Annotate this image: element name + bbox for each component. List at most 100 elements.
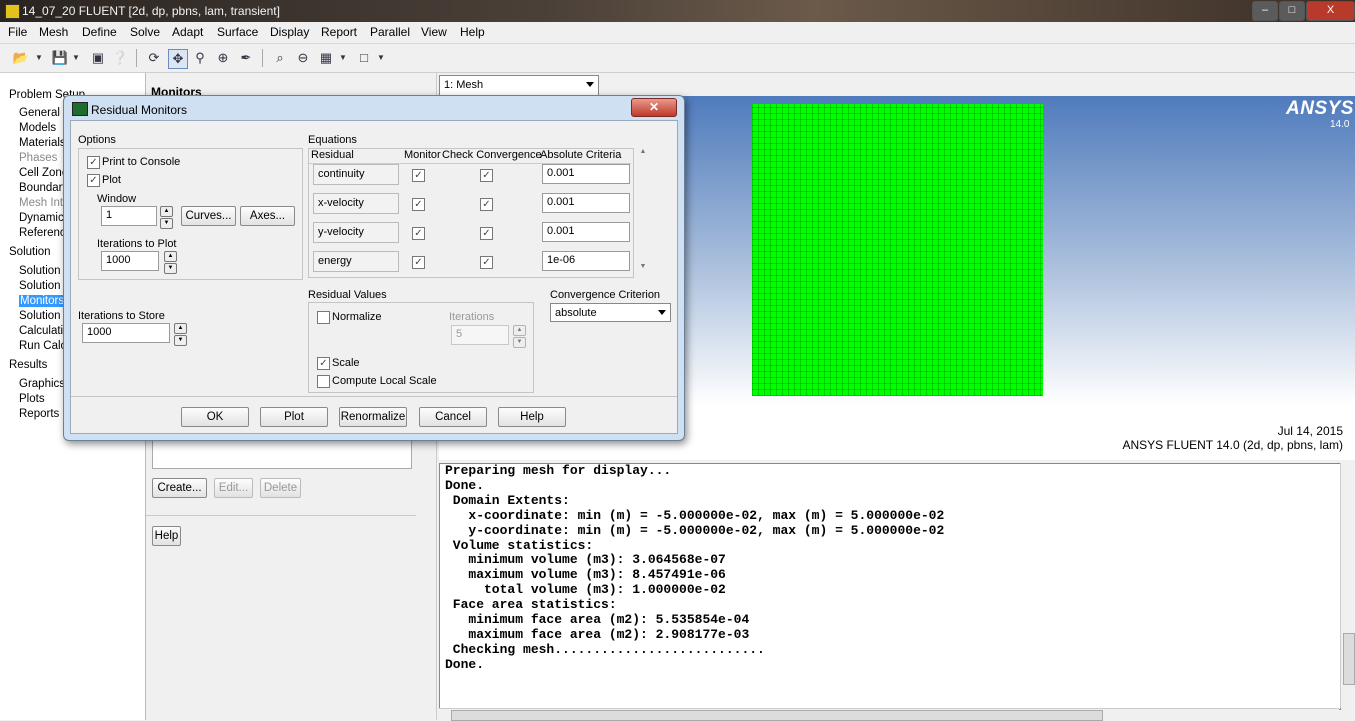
spin-down-icon[interactable]: ▼ xyxy=(160,218,173,229)
monitor-checkbox[interactable]: ✓ xyxy=(412,198,425,211)
tree-solution[interactable]: Solution xyxy=(9,246,51,258)
rotate-icon[interactable]: ⟳ xyxy=(145,49,163,67)
tree-item-models[interactable]: Models xyxy=(19,122,56,134)
tree-results[interactable]: Results xyxy=(9,359,47,371)
tree-item-mesh-interfaces[interactable]: Mesh Inte xyxy=(19,197,70,209)
menu-view[interactable]: View xyxy=(421,25,447,39)
iterations-to-store-spinner[interactable]: ▲ ▼ xyxy=(174,323,187,346)
absolute-criteria-input[interactable]: 0.001 xyxy=(542,164,630,184)
delete-button[interactable]: Delete xyxy=(260,478,301,498)
task-help-button[interactable]: Help xyxy=(152,526,181,546)
check-convergence-checkbox[interactable]: ✓ xyxy=(480,227,493,240)
open-icon[interactable]: 📂 xyxy=(12,49,30,67)
iterations-to-plot-input[interactable]: 1000 xyxy=(101,251,159,271)
dialog-help-button[interactable]: Help xyxy=(498,407,566,427)
maximize-button[interactable]: □ xyxy=(1279,1,1305,21)
scrollbar-thumb[interactable] xyxy=(451,710,1103,721)
axes-button[interactable]: Axes... xyxy=(240,206,295,226)
console-vertical-scrollbar[interactable] xyxy=(1340,463,1355,708)
check-convergence-checkbox[interactable]: ✓ xyxy=(480,198,493,211)
scrollbar-thumb[interactable] xyxy=(1343,633,1355,685)
tree-item-reports[interactable]: Reports xyxy=(19,408,59,420)
chevron-down-icon[interactable]: ▼ xyxy=(338,49,348,67)
window-spinner[interactable]: ▲ ▼ xyxy=(160,206,173,229)
close-button[interactable]: X xyxy=(1306,1,1355,21)
normalize-iterations-spinner[interactable]: ▲ ▼ xyxy=(513,325,526,348)
console[interactable]: Preparing mesh for display... Done. Doma… xyxy=(439,463,1341,710)
cancel-button[interactable]: Cancel xyxy=(419,407,487,427)
iterations-to-plot-spinner[interactable]: ▲ ▼ xyxy=(164,251,177,274)
camera-icon[interactable]: ▣ xyxy=(89,49,107,67)
print-to-console-checkbox[interactable]: ✓ xyxy=(87,156,100,169)
spin-down-icon[interactable]: ▼ xyxy=(513,337,526,348)
spin-down-icon[interactable]: ▼ xyxy=(174,335,187,346)
spin-up-icon[interactable]: ▲ xyxy=(160,206,173,217)
minimize-button[interactable]: – xyxy=(1252,1,1278,21)
probe-icon[interactable]: ✒ xyxy=(237,49,255,67)
normalize-checkbox[interactable] xyxy=(317,311,330,324)
tree-item-general[interactable]: General xyxy=(19,107,60,119)
scroll-up-icon[interactable]: ▲ xyxy=(637,148,649,155)
monitors-list[interactable] xyxy=(152,437,412,469)
menu-solve[interactable]: Solve xyxy=(130,25,160,39)
spin-down-icon[interactable]: ▼ xyxy=(164,263,177,274)
menu-adapt[interactable]: Adapt xyxy=(172,25,203,39)
tree-item-calculation[interactable]: Calculatio xyxy=(19,325,70,337)
window-icon[interactable]: □ xyxy=(355,49,373,67)
menu-file[interactable]: File xyxy=(8,25,27,39)
absolute-criteria-input[interactable]: 0.001 xyxy=(542,222,630,242)
translate-icon[interactable]: ✥ xyxy=(168,49,188,69)
zoom-out-icon[interactable]: ⊖ xyxy=(294,49,312,67)
ok-button[interactable]: OK xyxy=(181,407,249,427)
menu-define[interactable]: Define xyxy=(82,25,117,39)
normalize-iterations-input[interactable]: 5 xyxy=(451,325,509,345)
plot-button[interactable]: Plot xyxy=(260,407,328,427)
renormalize-button[interactable]: Renormalize xyxy=(339,407,407,427)
fit-to-window-icon[interactable]: ⌕ xyxy=(271,49,289,67)
tree-item-boundary[interactable]: Boundary xyxy=(19,182,68,194)
tree-item-graphics[interactable]: Graphics xyxy=(19,378,65,390)
tree-item-reference[interactable]: Referenc xyxy=(19,227,66,239)
scale-checkbox[interactable]: ✓ xyxy=(317,357,330,370)
chevron-down-icon[interactable]: ▼ xyxy=(71,49,81,67)
equations-scrollbar[interactable]: ▲ ▼ xyxy=(637,148,649,274)
monitor-checkbox[interactable]: ✓ xyxy=(412,169,425,182)
create-button[interactable]: Create... xyxy=(152,478,207,498)
window-input[interactable]: 1 xyxy=(101,206,157,226)
save-icon[interactable]: 💾 xyxy=(51,49,69,67)
scroll-down-icon[interactable]: ▼ xyxy=(637,263,649,270)
convergence-criterion-select[interactable]: absolute xyxy=(550,303,671,322)
curves-button[interactable]: Curves... xyxy=(181,206,236,226)
edit-button[interactable]: Edit... xyxy=(214,478,253,498)
menu-surface[interactable]: Surface xyxy=(217,25,258,39)
chevron-down-icon[interactable]: ▼ xyxy=(34,49,44,67)
console-horizontal-scrollbar[interactable] xyxy=(439,708,1339,721)
zoom-icon[interactable]: ⚲ xyxy=(191,49,209,67)
check-convergence-checkbox[interactable]: ✓ xyxy=(480,256,493,269)
spin-up-icon[interactable]: ▲ xyxy=(513,325,526,336)
spin-up-icon[interactable]: ▲ xyxy=(174,323,187,334)
graphics-window-select[interactable]: 1: Mesh xyxy=(439,75,599,96)
spin-up-icon[interactable]: ▲ xyxy=(164,251,177,262)
tree-item-solution-init[interactable]: Solution I xyxy=(19,310,67,322)
tree-item-monitors[interactable]: Monitors xyxy=(19,295,66,307)
menu-mesh[interactable]: Mesh xyxy=(39,25,68,39)
plot-checkbox[interactable]: ✓ xyxy=(87,174,100,187)
help-icon[interactable]: ❔ xyxy=(111,49,129,67)
iterations-to-store-input[interactable]: 1000 xyxy=(82,323,170,343)
menu-report[interactable]: Report xyxy=(321,25,357,39)
dialog-close-button[interactable]: ✕ xyxy=(631,98,677,117)
absolute-criteria-input[interactable]: 0.001 xyxy=(542,193,630,213)
tree-item-dynamic[interactable]: Dynamic xyxy=(19,212,64,224)
chevron-down-icon[interactable]: ▼ xyxy=(376,49,386,67)
tree-item-phases[interactable]: Phases xyxy=(19,152,57,164)
monitor-checkbox[interactable]: ✓ xyxy=(412,256,425,269)
menu-help[interactable]: Help xyxy=(460,25,485,39)
absolute-criteria-input[interactable]: 1e-06 xyxy=(542,251,630,271)
tree-item-plots[interactable]: Plots xyxy=(19,393,45,405)
menu-parallel[interactable]: Parallel xyxy=(370,25,410,39)
layout-icon[interactable]: ▦ xyxy=(317,49,335,67)
monitor-checkbox[interactable]: ✓ xyxy=(412,227,425,240)
compute-local-scale-checkbox[interactable] xyxy=(317,375,330,388)
menu-display[interactable]: Display xyxy=(270,25,309,39)
